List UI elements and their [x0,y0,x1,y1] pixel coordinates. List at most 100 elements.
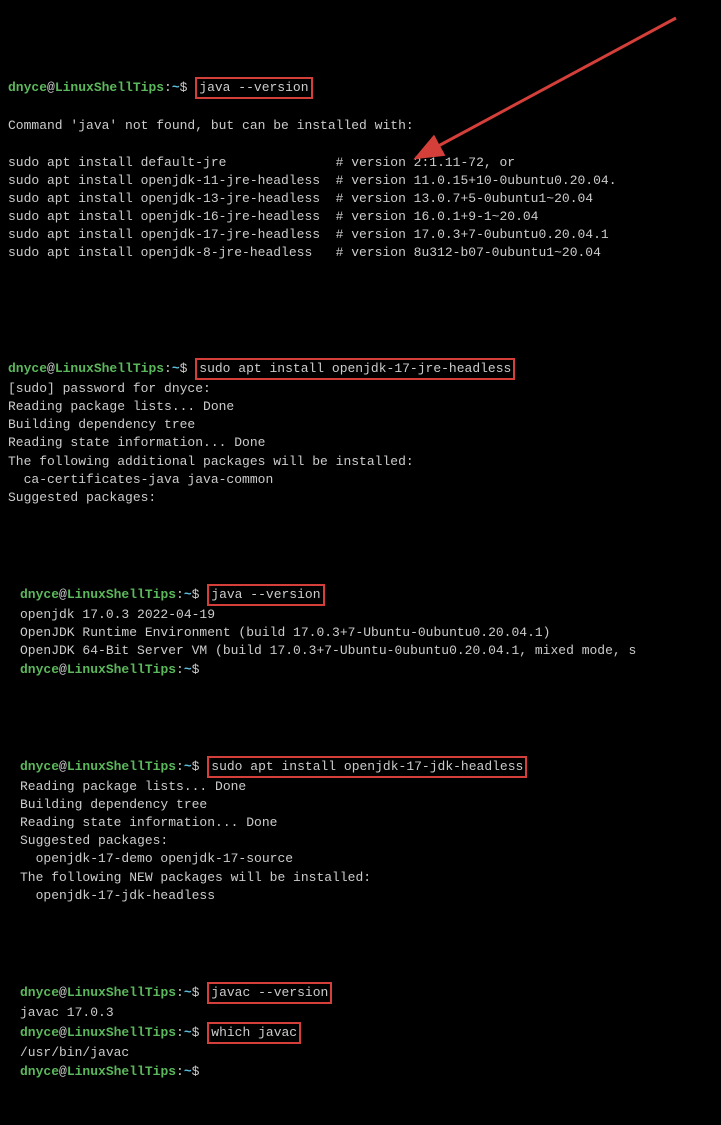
highlighted-command: java --version [195,77,312,99]
prompt-user: dnyce [20,759,59,774]
output-line: Suggested packages: [20,833,168,848]
prompt-path: ~ [184,1025,192,1040]
output-line: Reading package lists... Done [20,779,246,794]
output-line: Suggested packages: [8,490,156,505]
command-text: sudo apt install openjdk-17-jre-headless [199,361,511,376]
prompt-host: LinuxShellTips [67,587,176,602]
prompt-path: ~ [184,1064,192,1079]
command-text: java --version [211,587,320,602]
prompt-user: dnyce [20,1064,59,1079]
prompt-path: ~ [184,985,192,1000]
terminal-block-3: dnyce@LinuxShellTips:~$ java --version o… [8,566,713,679]
prompt-colon: : [176,985,184,1000]
prompt-path: ~ [184,662,192,677]
prompt-host: LinuxShellTips [67,662,176,677]
prompt-dollar: $ [192,587,208,602]
prompt-dollar: $ [192,759,208,774]
command-text: javac --version [211,985,328,1000]
prompt-line[interactable]: dnyce@LinuxShellTips:~$ sudo apt install… [8,361,515,376]
output-line: [sudo] password for dnyce: [8,381,211,396]
prompt-line[interactable]: dnyce@LinuxShellTips:~$ [20,1064,199,1079]
prompt-user: dnyce [20,1025,59,1040]
highlighted-command: sudo apt install openjdk-17-jdk-headless [207,756,527,778]
terminal-block-1: dnyce@LinuxShellTips:~$ java --version C… [8,59,713,281]
prompt-at: @ [59,1025,67,1040]
prompt-host: LinuxShellTips [55,361,164,376]
prompt-dollar: $ [192,985,208,1000]
prompt-at: @ [59,985,67,1000]
prompt-path: ~ [184,587,192,602]
prompt-path: ~ [172,80,180,95]
output-line: Command 'java' not found, but can be ins… [8,118,414,133]
output-line: Building dependency tree [8,417,195,432]
terminal-block-4: dnyce@LinuxShellTips:~$ sudo apt install… [8,737,713,905]
output-line: javac 17.0.3 [20,1005,114,1020]
output-line: sudo apt install openjdk-13-jre-headless… [8,191,593,206]
highlighted-command: which javac [207,1022,301,1044]
prompt-dollar: $ [192,662,200,677]
prompt-line[interactable]: dnyce@LinuxShellTips:~$ javac --version [20,985,332,1000]
prompt-user: dnyce [20,985,59,1000]
prompt-colon: : [176,1064,184,1079]
prompt-at: @ [47,80,55,95]
output-line: sudo apt install openjdk-17-jre-headless… [8,227,609,242]
output-line: sudo apt install openjdk-11-jre-headless… [8,173,617,188]
output-line: sudo apt install default-jre # version 2… [8,155,515,170]
output-line: Reading package lists... Done [8,399,234,414]
output-line: openjdk-17-jdk-headless [20,888,215,903]
prompt-dollar: $ [180,361,196,376]
output-line: /usr/bin/javac [20,1045,129,1060]
prompt-line[interactable]: dnyce@LinuxShellTips:~$ which javac [20,1025,301,1040]
prompt-host: LinuxShellTips [67,1064,176,1079]
prompt-colon: : [176,1025,184,1040]
prompt-user: dnyce [8,80,47,95]
output-line: Reading state information... Done [8,435,265,450]
highlighted-command: javac --version [207,982,332,1004]
prompt-at: @ [59,587,67,602]
command-text: java --version [199,80,308,95]
prompt-user: dnyce [20,662,59,677]
highlighted-command: java --version [207,584,324,606]
terminal-block-2: dnyce@LinuxShellTips:~$ sudo apt install… [8,339,713,507]
prompt-line[interactable]: dnyce@LinuxShellTips:~$ java --version [8,80,313,95]
prompt-host: LinuxShellTips [67,1025,176,1040]
prompt-line[interactable]: dnyce@LinuxShellTips:~$ sudo apt install… [20,759,527,774]
command-text: which javac [211,1025,297,1040]
prompt-at: @ [59,759,67,774]
prompt-at: @ [47,361,55,376]
output-line: The following additional packages will b… [8,454,414,469]
output-line: OpenJDK 64-Bit Server VM (build 17.0.3+7… [20,643,636,658]
prompt-host: LinuxShellTips [67,759,176,774]
prompt-host: LinuxShellTips [67,985,176,1000]
prompt-colon: : [164,361,172,376]
prompt-dollar: $ [192,1025,208,1040]
output-line: openjdk-17-demo openjdk-17-source [20,851,293,866]
prompt-colon: : [164,80,172,95]
prompt-user: dnyce [20,587,59,602]
terminal-block-5: dnyce@LinuxShellTips:~$ javac --version … [8,964,713,1081]
output-line: sudo apt install openjdk-16-jre-headless… [8,209,539,224]
prompt-dollar: $ [180,80,196,95]
highlighted-command: sudo apt install openjdk-17-jre-headless [195,358,515,380]
command-text: sudo apt install openjdk-17-jdk-headless [211,759,523,774]
prompt-line[interactable]: dnyce@LinuxShellTips:~$ [20,662,199,677]
prompt-colon: : [176,662,184,677]
prompt-line[interactable]: dnyce@LinuxShellTips:~$ java --version [20,587,325,602]
prompt-path: ~ [184,759,192,774]
prompt-at: @ [59,662,67,677]
prompt-at: @ [59,1064,67,1079]
prompt-host: LinuxShellTips [55,80,164,95]
output-line: openjdk 17.0.3 2022-04-19 [20,607,215,622]
terminal-window: dnyce@LinuxShellTips:~$ java --version C… [0,4,721,1121]
prompt-colon: : [176,759,184,774]
prompt-user: dnyce [8,361,47,376]
output-line: ca-certificates-java java-common [8,472,273,487]
output-line: sudo apt install openjdk-8-jre-headless … [8,245,601,260]
output-line: OpenJDK Runtime Environment (build 17.0.… [20,625,551,640]
prompt-colon: : [176,587,184,602]
output-line: Building dependency tree [20,797,207,812]
output-line: The following NEW packages will be insta… [20,870,371,885]
prompt-dollar: $ [192,1064,200,1079]
prompt-path: ~ [172,361,180,376]
output-line: Reading state information... Done [20,815,277,830]
